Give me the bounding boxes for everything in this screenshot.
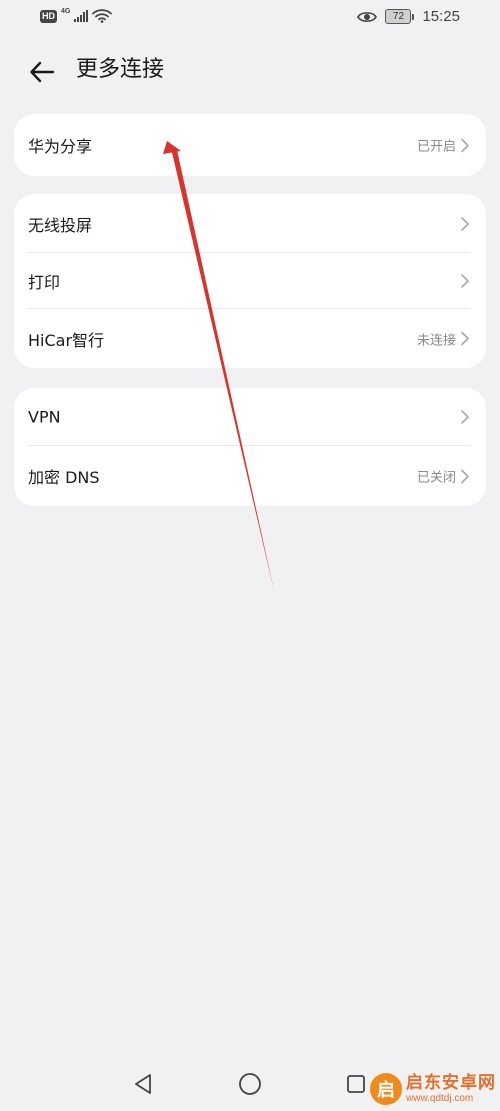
wireless-projection-row[interactable]: 无线投屏 [14, 194, 486, 253]
eye-icon [357, 11, 378, 22]
nav-recent-button[interactable] [340, 1068, 372, 1100]
watermark-name: 启东安卓网 [406, 1072, 496, 1093]
triangle-back-icon [135, 1074, 151, 1094]
row-status: 未连接 [416, 333, 456, 348]
chevron-right-icon [461, 410, 469, 424]
chevron-right-icon [461, 216, 469, 231]
page-header: 更多连接 [0, 44, 500, 100]
nav-back-button[interactable] [127, 1068, 159, 1100]
row-right [460, 409, 470, 425]
watermark-logo-icon: 启 [370, 1073, 402, 1105]
print-row[interactable]: 打印 [14, 253, 486, 309]
settings-group-network: VPN 加密 DNS 已关闭 [14, 388, 486, 506]
watermark-text: 启东安卓网 www.qdtdj.com [406, 1072, 496, 1104]
row-label: 华为分享 [28, 137, 93, 156]
row-status: 已开启 [416, 139, 456, 155]
watermark: 启 启东安卓网 www.qdtdj.com [370, 1073, 496, 1105]
row-label: VPN [28, 407, 61, 427]
status-right: 72 15:25 [357, 8, 460, 25]
network-type: 4G [61, 7, 71, 15]
row-right: 已关闭 [417, 467, 470, 486]
battery-indicator: 72 [385, 9, 415, 24]
status-left: HD 4G [40, 7, 113, 23]
row-label: 加密 DNS [28, 468, 100, 487]
settings-group-sharing: 华为分享 已开启 [14, 114, 486, 176]
nav-home-button[interactable] [234, 1068, 266, 1100]
row-label: HiCar智行 [28, 330, 105, 350]
wifi-icon [92, 9, 113, 23]
chevron-right-icon [461, 331, 469, 346]
row-right: 已开启 [417, 136, 470, 155]
chevron-right-icon [461, 138, 469, 152]
status-bar: HD 4G 72 15:25 [0, 0, 500, 36]
square-recent-icon [347, 1075, 365, 1093]
status-time: 15:25 [422, 8, 460, 25]
battery-tip [412, 13, 415, 20]
chevron-right-icon [461, 274, 469, 288]
signal-icon [74, 10, 89, 22]
page-title: 更多连接 [76, 57, 165, 82]
encrypted-dns-row[interactable]: 加密 DNS 已关闭 [14, 446, 486, 506]
watermark-url: www.qdtdj.com [406, 1092, 474, 1104]
row-right [460, 273, 470, 289]
row-label: 无线投屏 [28, 215, 93, 235]
row-label: 打印 [28, 273, 61, 292]
hd-badge: HD [40, 9, 57, 23]
row-right: 未连接 [417, 329, 470, 348]
huawei-share-row[interactable]: 华为分享 已开启 [14, 114, 486, 176]
circle-home-icon [239, 1073, 261, 1095]
settings-group-devices: 无线投屏 打印 HiCar智行 未连接 [14, 194, 486, 368]
hicar-row[interactable]: HiCar智行 未连接 [14, 309, 486, 368]
row-status: 已关闭 [416, 470, 456, 486]
battery-level: 72 [385, 9, 412, 24]
back-button[interactable] [26, 56, 58, 88]
chevron-right-icon [461, 469, 469, 483]
row-right [460, 216, 470, 232]
vpn-row[interactable]: VPN [14, 388, 486, 446]
arrow-left-icon [30, 61, 55, 83]
